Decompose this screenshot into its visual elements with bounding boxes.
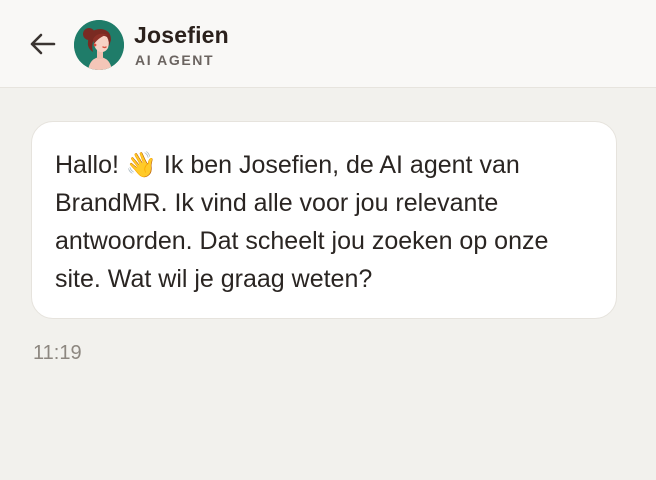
- message-timestamp: 11:19: [33, 342, 82, 364]
- back-button[interactable]: [26, 30, 58, 58]
- chat-header: Josefien AI AGENT: [0, 0, 656, 88]
- agent-avatar: [74, 20, 124, 70]
- message-text: Hallo! 👋 Ik ben Josefien, de AI agent va…: [55, 151, 549, 293]
- agent-name: Josefien: [134, 22, 229, 48]
- chat-message-bubble: Hallo! 👋 Ik ben Josefien, de AI agent va…: [31, 121, 617, 319]
- agent-role-label: AI AGENT: [135, 52, 215, 68]
- arrow-left-icon: [30, 33, 56, 55]
